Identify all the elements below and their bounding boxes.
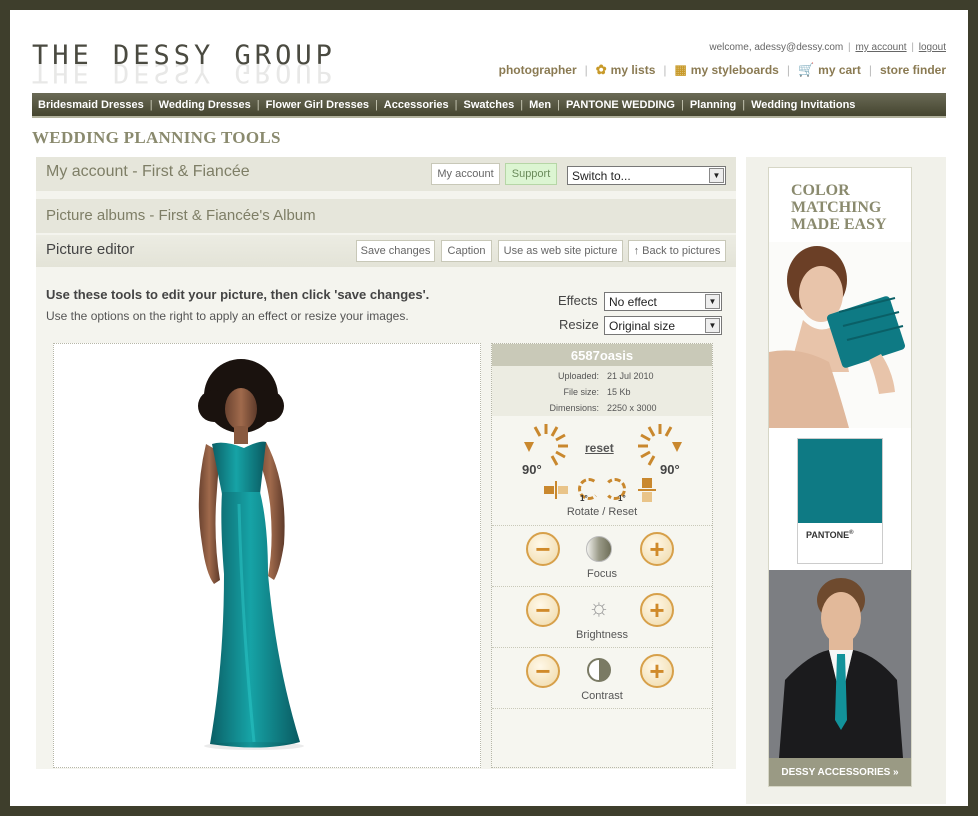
- focus-icon: [586, 536, 612, 562]
- my-account-link[interactable]: my account: [855, 42, 906, 53]
- color-matching-ad[interactable]: COLOR MATCHING MADE EASY PANTONE® DESSY …: [768, 167, 912, 787]
- support-button[interactable]: Support: [505, 163, 557, 185]
- ad-sidebar: COLOR MATCHING MADE EASY PANTONE® DESSY …: [746, 157, 946, 804]
- rotate-left-degree: 90°: [522, 462, 542, 477]
- effects-select[interactable]: No effect ▼: [604, 292, 722, 311]
- sun-icon: ☼: [588, 594, 610, 621]
- nav-pantone-wedding[interactable]: PANTONE WEDDING: [566, 99, 675, 111]
- file-meta: Uploaded: 21 Jul 2010 File size: 15 Kb Dim…: [492, 366, 712, 416]
- page: THE DESSY GROUP THE DESSY GROUP welcome,…: [10, 10, 968, 806]
- instruction-text: Use the options on the right to apply an…: [46, 309, 409, 323]
- contrast-icon: [587, 658, 611, 682]
- focus-increase-button[interactable]: +: [640, 532, 674, 566]
- resize-select[interactable]: Original size ▼: [604, 316, 722, 335]
- effects-label: Effects: [558, 293, 598, 308]
- use-as-site-picture-button[interactable]: Use as web site picture: [498, 240, 623, 262]
- welcome-bar: welcome, adessy@dessy.com | my account |…: [709, 42, 946, 53]
- account-title: My account - First & Fiancée: [46, 163, 250, 180]
- rotate-label: Rotate / Reset: [566, 506, 638, 518]
- planning-panel: My account - First & Fiancée My account …: [36, 157, 736, 769]
- instruction-heading: Use these tools to edit your picture, th…: [46, 287, 430, 302]
- swatch-color: [798, 439, 882, 523]
- switch-to-select[interactable]: Switch to... ▼: [567, 166, 726, 185]
- focus-label: Focus: [587, 568, 617, 580]
- flower-icon: ✿: [595, 62, 607, 77]
- back-to-pictures-button[interactable]: ↑ Back to pictures: [628, 240, 726, 262]
- reset-link[interactable]: reset: [585, 441, 614, 455]
- my-account-button[interactable]: My account: [431, 163, 500, 185]
- logo-reflection: THE DESSY GROUP: [32, 57, 336, 88]
- ad-title: COLOR MATCHING MADE EASY: [791, 182, 887, 233]
- my-lists-link[interactable]: ✿ my lists: [596, 62, 656, 78]
- user-nav: photographer | ✿ my lists | ▦ my styleboar…: [498, 62, 946, 78]
- chevron-down-icon: ▼: [705, 294, 720, 309]
- fine-right-degree: 1°: [618, 494, 626, 503]
- editor-title: Picture editor: [46, 241, 135, 258]
- fine-left-degree: 1°: [580, 494, 588, 503]
- nav-accessories[interactable]: Accessories: [384, 99, 449, 111]
- contrast-increase-button[interactable]: +: [640, 654, 674, 688]
- account-bar: My account - First & Fiancée My account …: [36, 157, 736, 191]
- grid-icon: ▦: [674, 62, 687, 77]
- contrast-decrease-button[interactable]: −: [526, 654, 560, 688]
- brightness-increase-button[interactable]: +: [640, 593, 674, 627]
- save-changes-button[interactable]: Save changes: [356, 240, 435, 262]
- nav-bridesmaid-dresses[interactable]: Bridesmaid Dresses: [38, 99, 144, 111]
- nav-planning[interactable]: Planning: [690, 99, 736, 111]
- logout-link[interactable]: logout: [919, 42, 946, 53]
- flip-vertical-icon[interactable]: [638, 478, 656, 502]
- page-title: WEDDING PLANNING TOOLS: [32, 128, 281, 147]
- pantone-swatch: PANTONE®: [797, 438, 883, 564]
- photographer-link[interactable]: photographer: [499, 63, 577, 77]
- main-nav: Bridesmaid Dresses | Wedding Dresses | Flo…: [32, 93, 946, 118]
- nav-flower-girl-dresses[interactable]: Flower Girl Dresses: [266, 99, 369, 111]
- dessy-accessories-link[interactable]: DESSY ACCESSORIES »: [769, 758, 911, 786]
- resize-label: Resize: [559, 317, 599, 332]
- album-title[interactable]: Picture albums - First & Fiancée's Album: [46, 207, 316, 224]
- focus-decrease-button[interactable]: −: [526, 532, 560, 566]
- chevron-down-icon: ▼: [709, 168, 724, 183]
- my-cart-link[interactable]: 🛒 my cart: [798, 62, 861, 78]
- nav-wedding-dresses[interactable]: Wedding Dresses: [159, 99, 251, 111]
- caption-button[interactable]: Caption: [441, 240, 492, 262]
- brightness-decrease-button[interactable]: −: [526, 593, 560, 627]
- chevron-down-icon: ▼: [705, 318, 720, 333]
- picture-preview: [53, 343, 481, 768]
- rotate-right-degree: 90°: [660, 462, 680, 477]
- brightness-label: Brightness: [576, 629, 628, 641]
- my-styleboards-link[interactable]: ▦ my styleboards: [675, 62, 779, 78]
- nav-swatches[interactable]: Swatches: [463, 99, 514, 111]
- contrast-label: Contrast: [581, 690, 623, 702]
- flip-horizontal-icon[interactable]: [544, 481, 568, 499]
- nav-wedding-invitations[interactable]: Wedding Invitations: [751, 99, 855, 111]
- album-bar: Picture albums - First & Fiancée's Album: [36, 199, 736, 233]
- arrow-up-icon: ↑: [633, 245, 640, 257]
- editor-bar: Picture editor Save changes Caption Use …: [36, 235, 736, 267]
- model-clutch-photo: [769, 242, 911, 428]
- file-name: 6587oasis: [492, 344, 712, 366]
- dress-photo: [198, 359, 304, 750]
- model-tuxedo-photo: [769, 570, 911, 758]
- edit-tools: 6587oasis Uploaded: 21 Jul 2010 File size…: [491, 343, 713, 768]
- cart-icon: 🛒: [797, 62, 815, 77]
- store-finder-link[interactable]: store finder: [880, 63, 946, 77]
- welcome-text: welcome, adessy@dessy.com: [709, 42, 844, 53]
- nav-men[interactable]: Men: [529, 99, 551, 111]
- pantone-label: PANTONE®: [806, 530, 854, 540]
